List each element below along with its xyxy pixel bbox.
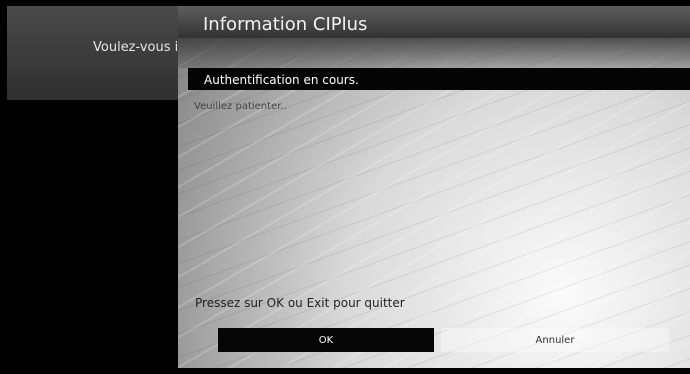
tv-screen: Voulez-vous i Information CIPlus Authent… bbox=[7, 6, 690, 368]
status-bar: Authentification en cours. bbox=[188, 68, 690, 90]
dialog-title: Information CIPlus bbox=[203, 14, 368, 35]
background-prompt-text: Voulez-vous i bbox=[93, 40, 179, 55]
ok-button[interactable]: OK bbox=[218, 328, 434, 352]
dialog-title-bar: Information CIPlus bbox=[178, 6, 690, 38]
dialog-header-strip bbox=[178, 38, 690, 68]
status-text: Authentification en cours. bbox=[204, 73, 359, 87]
cancel-button[interactable]: Annuler bbox=[441, 328, 669, 352]
background-menu-panel: Voulez-vous i bbox=[7, 6, 178, 100]
exit-hint: Pressez sur OK ou Exit pour quitter bbox=[195, 296, 405, 310]
wait-message: Veuillez patienter.. bbox=[194, 101, 287, 112]
ciplus-dialog: Information CIPlus Authentification en c… bbox=[178, 6, 690, 368]
